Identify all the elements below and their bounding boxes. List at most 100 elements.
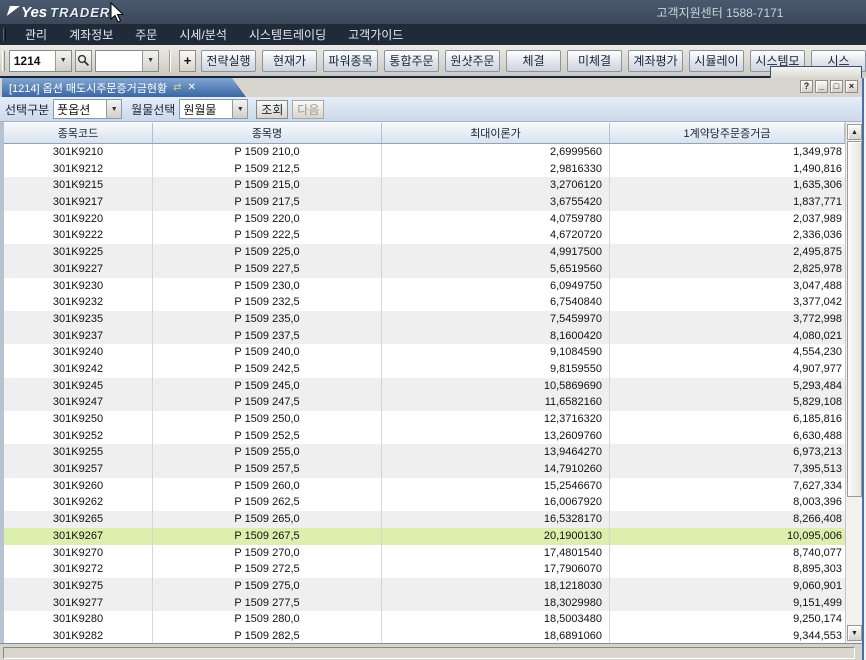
table-row[interactable]: 301K9270P 1509 270,017,48015408,740,077 [4, 545, 845, 562]
table-row[interactable]: 301K9282P 1509 282,518,68910609,344,553 [4, 628, 845, 643]
table-row[interactable]: 301K9275P 1509 275,018,12180309,060,901 [4, 578, 845, 595]
table-row[interactable]: 301K9252P 1509 252,513,26097606,630,488 [4, 428, 845, 445]
tab-order-margin-status[interactable]: [1214] 옵션 매도시주문증거금현황 ⇄ ✕ [2, 78, 246, 97]
swap-arrows-icon[interactable]: ⇄ [173, 82, 181, 93]
column-header-2[interactable]: 종목명 [153, 123, 382, 143]
table-row[interactable]: 301K9210P 1509 210,02,69995601,349,978 [4, 144, 845, 161]
menu-item-5[interactable]: 시스템트레이딩 [238, 26, 337, 43]
toolbar-button-9[interactable]: 시뮬레이 [689, 50, 744, 72]
screen-number-value[interactable]: 1214 [10, 54, 55, 68]
toolbar-button-5[interactable]: 원샷주문 [445, 50, 500, 72]
cell-name: P 1509 230,0 [153, 278, 382, 295]
table-row[interactable]: 301K9222P 1509 222,54,67207202,336,036 [4, 227, 845, 244]
cell-margin-per-contract: 6,973,213 [610, 444, 845, 461]
menu-item-4[interactable]: 시세/분석 [168, 26, 238, 43]
table-row[interactable]: 301K9272P 1509 272,517,79060708,895,303 [4, 561, 845, 578]
option-type-select[interactable]: 풋옵션 ▼ [53, 99, 122, 119]
table-row[interactable]: 301K9240P 1509 240,09,10845904,554,230 [4, 344, 845, 361]
quick-search-combo[interactable]: ▼ [95, 50, 160, 72]
table-row[interactable]: 301K9232P 1509 232,56,75408403,377,042 [4, 294, 845, 311]
cell-code: 301K9222 [4, 227, 153, 244]
logo-flag-icon [6, 6, 20, 18]
screen-combo-dropdown-button[interactable]: ▼ [55, 51, 71, 71]
cell-margin-per-contract: 8,003,396 [610, 494, 845, 511]
month-select[interactable]: 원월물 ▼ [179, 99, 248, 119]
table-row[interactable]: 301K9257P 1509 257,514,79102607,395,513 [4, 461, 845, 478]
column-header-3[interactable]: 최대이론가 [382, 123, 610, 143]
table-row-highlighted[interactable]: 301K9267P 1509 267,520,190013010,095,006 [4, 528, 845, 545]
table-row[interactable]: 301K9255P 1509 255,013,94642706,973,213 [4, 444, 845, 461]
table-row[interactable]: 301K9220P 1509 220,04,07597802,037,989 [4, 211, 845, 228]
minimize-button[interactable]: _ [815, 80, 828, 93]
query-button[interactable]: 조회 [256, 100, 288, 119]
column-header-1[interactable]: 종목코드 [4, 123, 153, 143]
month-dropdown-button[interactable]: ▼ [232, 100, 247, 118]
maximize-button[interactable]: □ [830, 80, 843, 93]
table-row[interactable]: 301K9250P 1509 250,012,37163206,185,816 [4, 411, 845, 428]
table-row[interactable]: 301K9230P 1509 230,06,09497503,047,488 [4, 278, 845, 295]
grid-body[interactable]: 301K9210P 1509 210,02,69995601,349,97830… [4, 144, 845, 643]
cell-max-theoretical-price: 15,2546670 [382, 478, 610, 495]
scroll-down-button[interactable]: ▼ [847, 625, 862, 641]
menubar-grip[interactable] [3, 28, 6, 41]
table-row[interactable]: 301K9277P 1509 277,518,30299809,151,499 [4, 595, 845, 612]
table-row[interactable]: 301K9215P 1509 215,03,27061201,635,306 [4, 177, 845, 194]
scrollbar-thumb[interactable] [847, 141, 862, 497]
scroll-up-button[interactable]: ▲ [847, 124, 862, 140]
background-window-edge [862, 78, 866, 660]
cell-max-theoretical-price: 4,6720720 [382, 227, 610, 244]
option-type-dropdown-button[interactable]: ▼ [106, 100, 121, 118]
table-row[interactable]: 301K9237P 1509 237,58,16004204,080,021 [4, 328, 845, 345]
table-row[interactable]: 301K9225P 1509 225,04,99175002,495,875 [4, 244, 845, 261]
toolbar-button-6[interactable]: 체결 [506, 50, 561, 72]
table-row[interactable]: 301K9242P 1509 242,59,81595504,907,977 [4, 361, 845, 378]
menu-item-3[interactable]: 주문 [124, 26, 168, 43]
table-row[interactable]: 301K9227P 1509 227,55,65195602,825,978 [4, 261, 845, 278]
add-screen-button[interactable]: + [179, 50, 196, 72]
screen-search-button[interactable] [75, 50, 92, 72]
screen-number-combo[interactable]: 1214 ▼ [9, 50, 72, 72]
vertical-scrollbar[interactable]: ▲ ▼ [845, 122, 862, 643]
toolbar-button-4[interactable]: 통합주문 [384, 50, 439, 72]
table-row[interactable]: 301K9260P 1509 260,015,25466707,627,334 [4, 478, 845, 495]
cell-code: 301K9262 [4, 494, 153, 511]
toolbar-button-3[interactable]: 파워종목 [323, 50, 378, 72]
close-button[interactable]: × [845, 80, 858, 93]
cell-max-theoretical-price: 16,0067920 [382, 494, 610, 511]
cell-margin-per-contract: 8,266,408 [610, 511, 845, 528]
cell-name: P 1509 210,0 [153, 144, 382, 161]
menu-item-1[interactable]: 관리 [14, 26, 58, 43]
cell-name: P 1509 220,0 [153, 211, 382, 228]
menu-item-2[interactable]: 계좌정보 [58, 26, 124, 43]
table-row[interactable]: 301K9235P 1509 235,07,54599703,772,998 [4, 311, 845, 328]
table-row[interactable]: 301K9247P 1509 247,511,65821605,829,108 [4, 394, 845, 411]
toolbar-button-2[interactable]: 현재가 [262, 50, 317, 72]
cell-code: 301K9270 [4, 545, 153, 562]
option-type-value[interactable]: 풋옵션 [54, 101, 106, 118]
triangle-down-icon: ▼ [851, 630, 858, 637]
toolbar-button-1[interactable]: 전략실행 [201, 50, 256, 72]
cell-margin-per-contract: 1,490,816 [610, 161, 845, 178]
month-value[interactable]: 원월물 [180, 101, 232, 118]
help-button[interactable]: ? [800, 80, 813, 93]
cell-max-theoretical-price: 17,7906070 [382, 561, 610, 578]
toolbar-button-7[interactable]: 미체결 [567, 50, 622, 72]
menu-item-6[interactable]: 고객가이드 [337, 26, 414, 43]
table-row[interactable]: 301K9212P 1509 212,52,98163301,490,816 [4, 161, 845, 178]
cell-margin-per-contract: 3,047,488 [610, 278, 845, 295]
table-row[interactable]: 301K9217P 1509 217,53,67554201,837,771 [4, 194, 845, 211]
chevron-down-icon: ▼ [60, 57, 67, 64]
quick-combo-dropdown-button[interactable]: ▼ [142, 51, 158, 71]
toolbar-grip[interactable] [2, 51, 5, 71]
cell-max-theoretical-price: 13,2609760 [382, 428, 610, 445]
cell-max-theoretical-price: 7,5459970 [382, 311, 610, 328]
table-row[interactable]: 301K9280P 1509 280,018,50034809,250,174 [4, 611, 845, 628]
cell-margin-per-contract: 9,344,553 [610, 628, 845, 643]
table-row[interactable]: 301K9245P 1509 245,010,58696905,293,484 [4, 378, 845, 395]
toolbar-button-8[interactable]: 계좌평가 [628, 50, 683, 72]
column-header-4[interactable]: 1계약당주문증거금 [610, 123, 845, 143]
table-row[interactable]: 301K9265P 1509 265,016,53281708,266,408 [4, 511, 845, 528]
table-row[interactable]: 301K9262P 1509 262,516,00679208,003,396 [4, 494, 845, 511]
tab-close-icon[interactable]: ✕ [188, 82, 196, 93]
cell-name: P 1509 280,0 [153, 611, 382, 628]
